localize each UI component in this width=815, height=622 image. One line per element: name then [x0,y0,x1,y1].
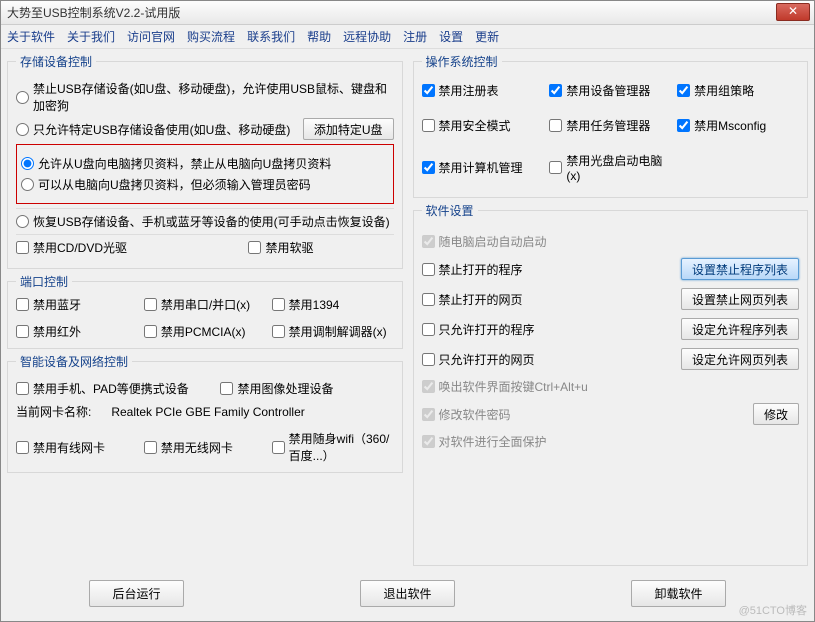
chk-compmgmt[interactable]: 禁用计算机管理 [422,152,544,183]
menu-contact[interactable]: 联系我们 [247,28,295,45]
menu-website[interactable]: 访问官网 [127,28,175,45]
chk-wireless-nic[interactable]: 禁用无线网卡 [144,430,266,464]
menu-help[interactable]: 帮助 [307,28,331,45]
chk-autostart[interactable]: 随电脑启动自动启动 [422,233,547,250]
software-group: 软件设置 随电脑启动自动启动 禁止打开的程序 设置禁止程序列表 禁止打开的网页 … [413,202,809,566]
chk-cd-dvd[interactable]: 禁用CD/DVD光驱 [16,239,127,256]
close-button[interactable]: ✕ [776,3,810,21]
chk-pcmcia[interactable]: 禁用PCMCIA(x) [144,323,266,340]
add-usb-button[interactable]: 添加特定U盘 [303,118,394,140]
chk-bluetooth[interactable]: 禁用蓝牙 [16,296,138,313]
radio-ban-usb[interactable]: 禁止USB存储设备(如U盘、移动硬盘)，允许使用USB鼠标、键盘和加密狗 [16,80,394,114]
radio-usb-to-pc[interactable]: 允许从U盘向电脑拷贝资料，禁止从电脑向U盘拷贝资料 [21,155,331,172]
menu-about-us[interactable]: 关于我们 [67,28,115,45]
chk-msconfig[interactable]: 禁用Msconfig [677,117,799,134]
uninstall-button[interactable]: 卸载软件 [631,580,725,607]
storage-legend: 存储设备控制 [16,53,96,70]
menu-update[interactable]: 更新 [475,28,499,45]
chk-cdboot[interactable]: 禁用光盘启动电脑(x) [549,152,671,183]
os-legend: 操作系统控制 [422,53,502,70]
chk-taskmgr[interactable]: 禁用任务管理器 [549,117,671,134]
menu-purchase[interactable]: 购买流程 [187,28,235,45]
chk-allow-prog[interactable]: 只允许打开的程序 [422,321,535,338]
chk-forbid-page[interactable]: 禁止打开的网页 [422,291,523,308]
port-group: 端口控制 禁用蓝牙 禁用串口/并口(x) 禁用1394 禁用红外 禁用PCMCI… [7,273,403,349]
chk-devmgr[interactable]: 禁用设备管理器 [549,82,671,99]
titlebar: 大势至USB控制系统V2.2-试用版 ✕ [1,1,814,25]
radio-pc-to-usb-pw[interactable]: 可以从电脑向U盘拷贝资料，但必须输入管理员密码 [21,176,311,193]
btn-allow-prog-list[interactable]: 设定允许程序列表 [681,318,799,340]
footer: 后台运行 退出软件 卸载软件 [1,570,814,621]
smart-legend: 智能设备及网络控制 [16,353,132,370]
chk-serial[interactable]: 禁用串口/并口(x) [144,296,266,313]
chk-gpedit[interactable]: 禁用组策略 [677,82,799,99]
menu-settings[interactable]: 设置 [439,28,463,45]
smart-group: 智能设备及网络控制 禁用手机、PAD等便携式设备 禁用图像处理设备 当前网卡名称… [7,353,403,473]
chk-ir[interactable]: 禁用红外 [16,323,138,340]
radio-restore[interactable]: 恢复USB存储设备、手机或蓝牙等设备的使用(可手动点击恢复设备) [16,213,390,230]
chk-modem[interactable]: 禁用调制解调器(x) [272,323,394,340]
menubar: 关于软件 关于我们 访问官网 购买流程 联系我们 帮助 远程协助 注册 设置 更… [1,25,814,49]
radio-allow-specific[interactable]: 只允许特定USB存储设备使用(如U盘、移动硬盘) [16,121,290,138]
port-legend: 端口控制 [16,273,72,290]
software-legend: 软件设置 [422,202,478,219]
run-background-button[interactable]: 后台运行 [89,580,183,607]
highlighted-options: 允许从U盘向电脑拷贝资料，禁止从电脑向U盘拷贝资料 可以从电脑向U盘拷贝资料，但… [16,144,394,204]
menu-about-sw[interactable]: 关于软件 [7,28,55,45]
chk-imaging[interactable]: 禁用图像处理设备 [220,380,333,397]
btn-change-password[interactable]: 修改 [753,403,799,425]
menu-register[interactable]: 注册 [403,28,427,45]
chk-allow-page[interactable]: 只允许打开的网页 [422,351,535,368]
nic-value: Realtek PCIe GBE Family Controller [111,405,304,419]
chk-forbid-prog[interactable]: 禁止打开的程序 [422,261,523,278]
chk-regedit[interactable]: 禁用注册表 [422,82,544,99]
chk-portable-wifi[interactable]: 禁用随身wifi（360/百度...） [272,430,394,464]
chk-safemode[interactable]: 禁用安全模式 [422,117,544,134]
btn-forbid-prog-list[interactable]: 设置禁止程序列表 [681,258,799,280]
storage-group: 存储设备控制 禁止USB存储设备(如U盘、移动硬盘)，允许使用USB鼠标、键盘和… [7,53,403,269]
btn-allow-page-list[interactable]: 设定允许网页列表 [681,348,799,370]
menu-remote[interactable]: 远程协助 [343,28,391,45]
chk-wired-nic[interactable]: 禁用有线网卡 [16,430,138,464]
chk-protect[interactable]: 对软件进行全面保护 [422,433,547,450]
chk-password[interactable]: 修改软件密码 [422,406,511,423]
chk-1394[interactable]: 禁用1394 [272,296,394,313]
chk-hotkey[interactable]: 唤出软件界面按键Ctrl+Alt+u [422,378,588,395]
chk-mobile[interactable]: 禁用手机、PAD等便携式设备 [16,380,189,397]
window-title: 大势至USB控制系统V2.2-试用版 [7,4,180,21]
watermark: @51CTO博客 [739,602,807,618]
chk-floppy[interactable]: 禁用软驱 [248,239,313,256]
os-group: 操作系统控制 禁用注册表 禁用设备管理器 禁用组策略 禁用安全模式 禁用任务管理… [413,53,809,198]
nic-label: 当前网卡名称: [16,403,91,420]
exit-button[interactable]: 退出软件 [360,580,454,607]
btn-forbid-page-list[interactable]: 设置禁止网页列表 [681,288,799,310]
